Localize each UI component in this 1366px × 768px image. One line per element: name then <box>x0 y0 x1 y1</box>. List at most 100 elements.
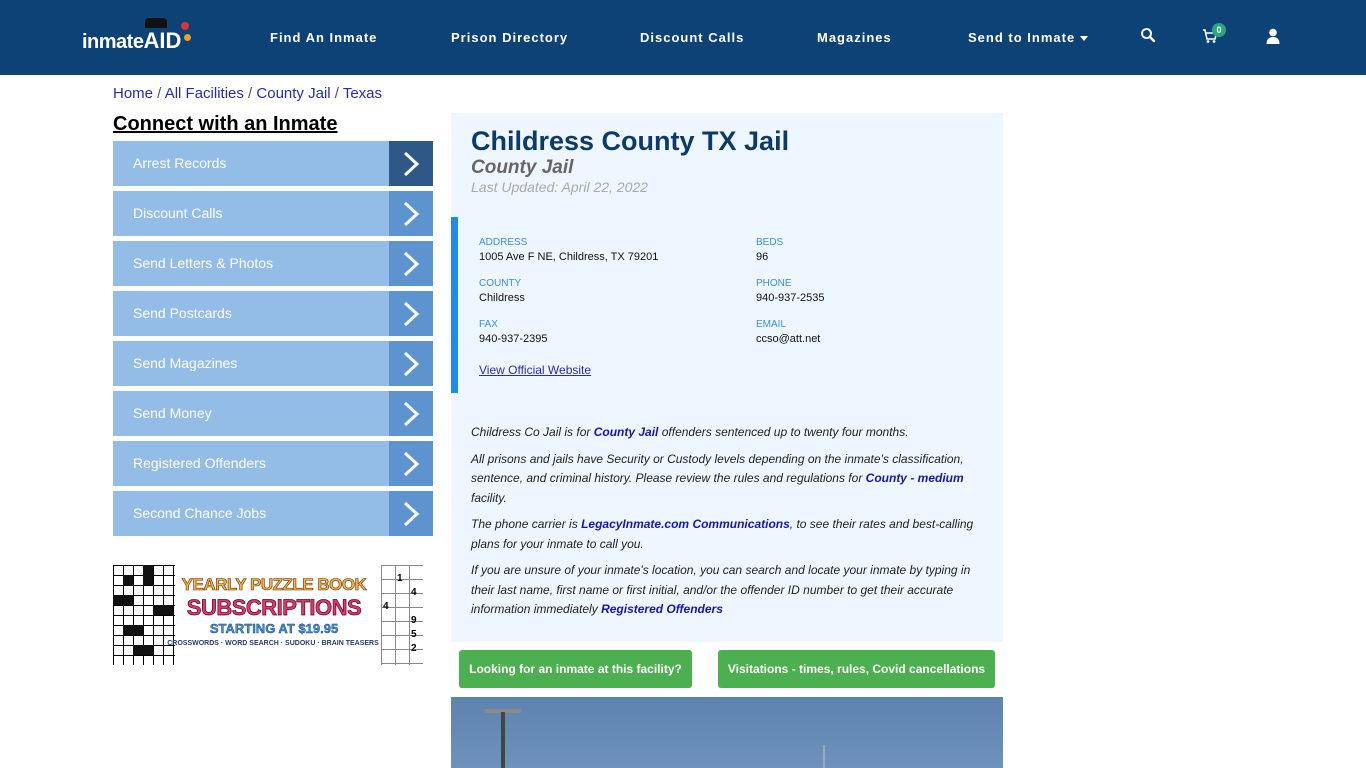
facility-description: Childress Co Jail is for County Jail off… <box>471 423 981 627</box>
sidebar-item-send-letters-photos[interactable]: Send Letters & Photos <box>113 241 433 286</box>
email-field: EMAIL ccso@att.net <box>756 319 820 345</box>
ad-subheadline: SUBSCRIPTIONS <box>186 595 362 621</box>
description-paragraph: All prisons and jails have Security or C… <box>471 450 981 509</box>
sidebar-item-label: Send Postcards <box>113 291 389 336</box>
pilgrim-hat-icon <box>145 18 168 28</box>
crossword-grid-graphic <box>113 565 175 665</box>
breadcrumb-separator: / <box>153 85 165 102</box>
sidebar-item-label: Send Magazines <box>113 341 389 386</box>
phone-carrier-link[interactable]: LegacyInmate.com Communications <box>581 517 790 531</box>
county-label: COUNTY <box>479 278 522 289</box>
breadcrumb-separator: / <box>330 85 343 102</box>
beds-field: BEDS 96 <box>756 237 783 263</box>
fax-value: 940-937-2395 <box>479 333 548 345</box>
chevron-right-icon <box>389 291 433 336</box>
breadcrumb-separator: / <box>243 85 257 102</box>
county-field: COUNTY Childress <box>479 278 525 304</box>
sudoku-digit: 4 <box>411 587 417 598</box>
ad-headline: YEARLY PUZZLE BOOK <box>181 575 367 595</box>
sidebar-item-discount-calls[interactable]: Discount Calls <box>113 191 433 236</box>
sidebar-item-label: Second Chance Jobs <box>113 491 389 536</box>
facility-card: Childress County TX Jail County Jail Las… <box>451 113 1003 642</box>
address-label: ADDRESS <box>479 237 528 248</box>
chevron-right-icon <box>389 141 433 186</box>
sidebar-title: Connect with an Inmate <box>113 113 338 135</box>
phone-field: PHONE 940-937-2535 <box>756 278 825 304</box>
ad-price: STARTING AT $19.95 <box>209 621 339 636</box>
user-icon[interactable] <box>1266 28 1286 48</box>
facility-info-box: ADDRESS 1005 Ave F NE, Childress, TX 792… <box>451 217 1003 393</box>
description-text: The phone carrier is <box>471 517 582 531</box>
sidebar-item-label: Send Letters & Photos <box>113 241 389 286</box>
official-website-link[interactable]: View Official Website <box>479 363 591 377</box>
leaf-icon <box>181 22 190 30</box>
breadcrumb-all-facilities[interactable]: All Facilities <box>165 85 244 102</box>
sudoku-digit: 2 <box>411 643 417 654</box>
description-text: Childress Co Jail is for <box>471 425 594 439</box>
county-value: Childress <box>479 292 525 304</box>
sidebar-item-second-chance-jobs[interactable]: Second Chance Jobs <box>113 491 433 536</box>
ad-tagline: CROSSWORDS · WORD SEARCH · SUDOKU · BRAI… <box>167 640 379 647</box>
nav-find-inmate[interactable]: Find An Inmate <box>270 30 377 45</box>
beds-label: BEDS <box>756 237 784 248</box>
sudoku-digit: 1 <box>397 573 403 584</box>
beds-value: 96 <box>756 251 769 263</box>
security-level-link[interactable]: County - medium <box>866 471 964 485</box>
sudoku-digit: 5 <box>411 629 417 640</box>
sidebar-item-label: Registered Offenders <box>113 441 389 486</box>
description-paragraph: Childress Co Jail is for County Jail off… <box>471 423 981 443</box>
search-icon[interactable] <box>1140 27 1160 47</box>
description-paragraph: The phone carrier is LegacyInmate.com Co… <box>471 515 981 554</box>
fax-field: FAX 940-937-2395 <box>479 319 548 345</box>
facility-photo <box>451 697 1003 768</box>
crossword-block <box>143 565 153 585</box>
top-navbar: inmate AID Find An Inmate Prison Directo… <box>0 0 1366 75</box>
breadcrumb-texas[interactable]: Texas <box>343 85 382 102</box>
crossword-block <box>123 575 133 585</box>
chevron-right-icon <box>389 491 433 536</box>
site-logo[interactable]: inmate AID <box>82 18 192 54</box>
description-paragraph: If you are unsure of your inmate's locat… <box>471 561 981 620</box>
facility-title: Childress County TX Jail <box>471 126 790 156</box>
caret-down-icon <box>1080 36 1089 42</box>
email-label: EMAIL <box>756 319 787 330</box>
logo-aid-label: AID <box>143 28 182 53</box>
sidebar-item-send-postcards[interactable]: Send Postcards <box>113 291 433 336</box>
sidebar-item-send-money[interactable]: Send Money <box>113 391 433 436</box>
last-updated: Last Updated: April 22, 2022 <box>471 179 648 195</box>
antenna-graphic <box>823 745 825 768</box>
phone-label: PHONE <box>756 278 792 289</box>
address-field: ADDRESS 1005 Ave F NE, Childress, TX 792… <box>479 237 658 263</box>
puzzle-book-ad-banner[interactable]: YEARLY PUZZLE BOOK SUBSCRIPTIONS STARTIN… <box>113 565 423 665</box>
fax-label: FAX <box>479 319 498 330</box>
nav-send-to-inmate[interactable]: Send to Inmate <box>968 30 1089 45</box>
registered-offenders-link[interactable]: Registered Offenders <box>601 602 723 616</box>
breadcrumb-home[interactable]: Home <box>113 85 153 102</box>
nav-magazines[interactable]: Magazines <box>817 30 892 45</box>
light-pole-graphic <box>501 712 505 768</box>
sudoku-grid-graphic: 1 4 4 9 5 2 <box>381 565 423 665</box>
sidebar-item-label: Discount Calls <box>113 191 389 236</box>
crossword-block <box>123 625 143 635</box>
chevron-right-icon <box>389 391 433 436</box>
breadcrumb-county-jail[interactable]: County Jail <box>256 85 330 102</box>
description-text: offenders sentenced up to twenty four mo… <box>658 425 909 439</box>
sidebar-item-arrest-records[interactable]: Arrest Records <box>113 141 433 186</box>
county-jail-link[interactable]: County Jail <box>594 425 659 439</box>
phone-value: 940-937-2535 <box>756 292 825 304</box>
crossword-block <box>133 645 153 655</box>
nav-discount-calls[interactable]: Discount Calls <box>640 30 744 45</box>
sidebar-item-registered-offenders[interactable]: Registered Offenders <box>113 441 433 486</box>
find-inmate-button[interactable]: Looking for an inmate at this facility? <box>459 650 692 688</box>
sidebar-item-label: Send Money <box>113 391 389 436</box>
crossword-block <box>153 605 173 615</box>
chevron-right-icon <box>389 441 433 486</box>
sidebar-menu: Arrest Records Discount Calls Send Lette… <box>113 141 433 541</box>
sidebar-item-label: Arrest Records <box>113 141 389 186</box>
chevron-right-icon <box>389 241 433 286</box>
visitation-button[interactable]: Visitations - times, rules, Covid cancel… <box>718 650 995 688</box>
nav-prison-directory[interactable]: Prison Directory <box>451 30 568 45</box>
logo-aid-text: AID <box>143 18 192 54</box>
sidebar-item-send-magazines[interactable]: Send Magazines <box>113 341 433 386</box>
logo-text: inmate <box>82 31 144 53</box>
